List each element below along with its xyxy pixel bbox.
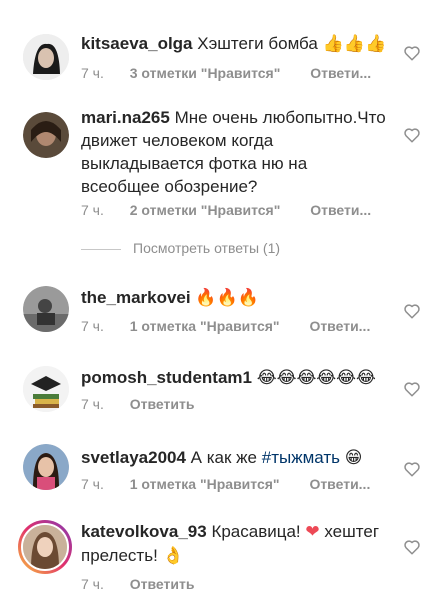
comment-username[interactable]: pomosh_studentam1 — [81, 368, 252, 387]
like-heart-icon[interactable] — [403, 126, 421, 144]
reply-button[interactable]: Ответи... — [309, 318, 370, 334]
comment-time: 7 ч. — [81, 202, 104, 218]
comment-text: kitsaeva_olga Хэштеги бомба 👍👍👍 — [81, 32, 389, 56]
likes-count[interactable]: 3 отметки "Нравится" — [130, 65, 281, 81]
reply-button[interactable]: Ответи... — [310, 202, 371, 218]
comment-time: 7 ч. — [81, 476, 104, 492]
comment-username[interactable]: mari.na265 — [81, 108, 170, 127]
reply-button[interactable]: Ответи... — [310, 65, 371, 81]
avatar — [21, 523, 69, 571]
comment-meta: 7 ч. Ответить — [81, 396, 194, 412]
comment-time: 7 ч. — [81, 396, 104, 412]
reply-button[interactable]: Ответить — [130, 576, 195, 592]
thumbs-up-emoji: 👍👍👍 — [322, 34, 387, 54]
comment-username[interactable]: katevolkova_93 — [81, 522, 207, 541]
divider-line — [81, 248, 121, 250]
comment-time: 7 ч. — [81, 318, 104, 334]
reply-button[interactable]: Ответить — [130, 396, 195, 412]
comment-username[interactable]: svetlaya2004 — [81, 448, 186, 467]
likes-count[interactable]: 1 отметка "Нравится" — [130, 476, 280, 492]
comment-meta: 7 ч. 1 отметка "Нравится" Ответи... — [81, 318, 370, 334]
comment-text: the_markovei 🔥🔥🔥 — [81, 286, 389, 310]
avatar[interactable] — [23, 112, 69, 158]
comment-text: pomosh_studentam1 😂😂😂😂😂😂 — [81, 366, 389, 390]
avatar[interactable] — [23, 286, 69, 332]
comment-text: mari.na265 Мне очень любопытно.Что движе… — [81, 106, 389, 198]
avatar[interactable] — [23, 366, 69, 412]
red-heart-emoji: ❤ — [305, 522, 320, 542]
laughing-emoji: 😂😂😂😂😂😂 — [256, 368, 376, 388]
comment-meta: 7 ч. 1 отметка "Нравится" Ответи... — [81, 476, 370, 492]
comment-username[interactable]: kitsaeva_olga — [81, 34, 193, 53]
like-heart-icon[interactable] — [403, 538, 421, 556]
reply-button[interactable]: Ответи... — [309, 476, 370, 492]
avatar-story-ring[interactable] — [18, 520, 72, 574]
like-heart-icon[interactable] — [403, 380, 421, 398]
grinning-emoji: 😁 — [344, 448, 363, 468]
comment-body: А как же — [190, 448, 257, 467]
view-replies-link[interactable]: Посмотреть ответы (1) — [81, 240, 280, 256]
ok-hand-emoji: 👌 — [162, 546, 184, 566]
like-heart-icon[interactable] — [403, 302, 421, 320]
comment-time: 7 ч. — [81, 65, 104, 81]
likes-count[interactable]: 2 отметки "Нравится" — [130, 202, 281, 218]
comment-text: svetlaya2004 А как же #тыжмать 😁 — [81, 446, 389, 470]
comment-time: 7 ч. — [81, 576, 104, 592]
comment-body: Красавица! — [211, 522, 301, 541]
comment-username[interactable]: the_markovei — [81, 288, 191, 307]
view-replies-label: Посмотреть ответы (1) — [133, 240, 281, 256]
comment-meta: 7 ч. 3 отметки "Нравится" Ответи... — [81, 65, 371, 81]
comment-body: Хэштеги бомба — [197, 34, 318, 53]
like-heart-icon[interactable] — [403, 460, 421, 478]
like-heart-icon[interactable] — [403, 44, 421, 62]
avatar[interactable] — [23, 444, 69, 490]
avatar[interactable] — [23, 34, 69, 80]
comment-meta: 7 ч. Ответить — [81, 576, 194, 592]
fire-emoji: 🔥🔥🔥 — [195, 288, 259, 308]
comment-text: katevolkova_93 Красавица! ❤ хештег преле… — [81, 520, 389, 568]
comment-meta: 7 ч. 2 отметки "Нравится" Ответи... — [81, 202, 371, 218]
hashtag-link[interactable]: #тыжмать — [262, 448, 340, 467]
likes-count[interactable]: 1 отметка "Нравится" — [130, 318, 280, 334]
